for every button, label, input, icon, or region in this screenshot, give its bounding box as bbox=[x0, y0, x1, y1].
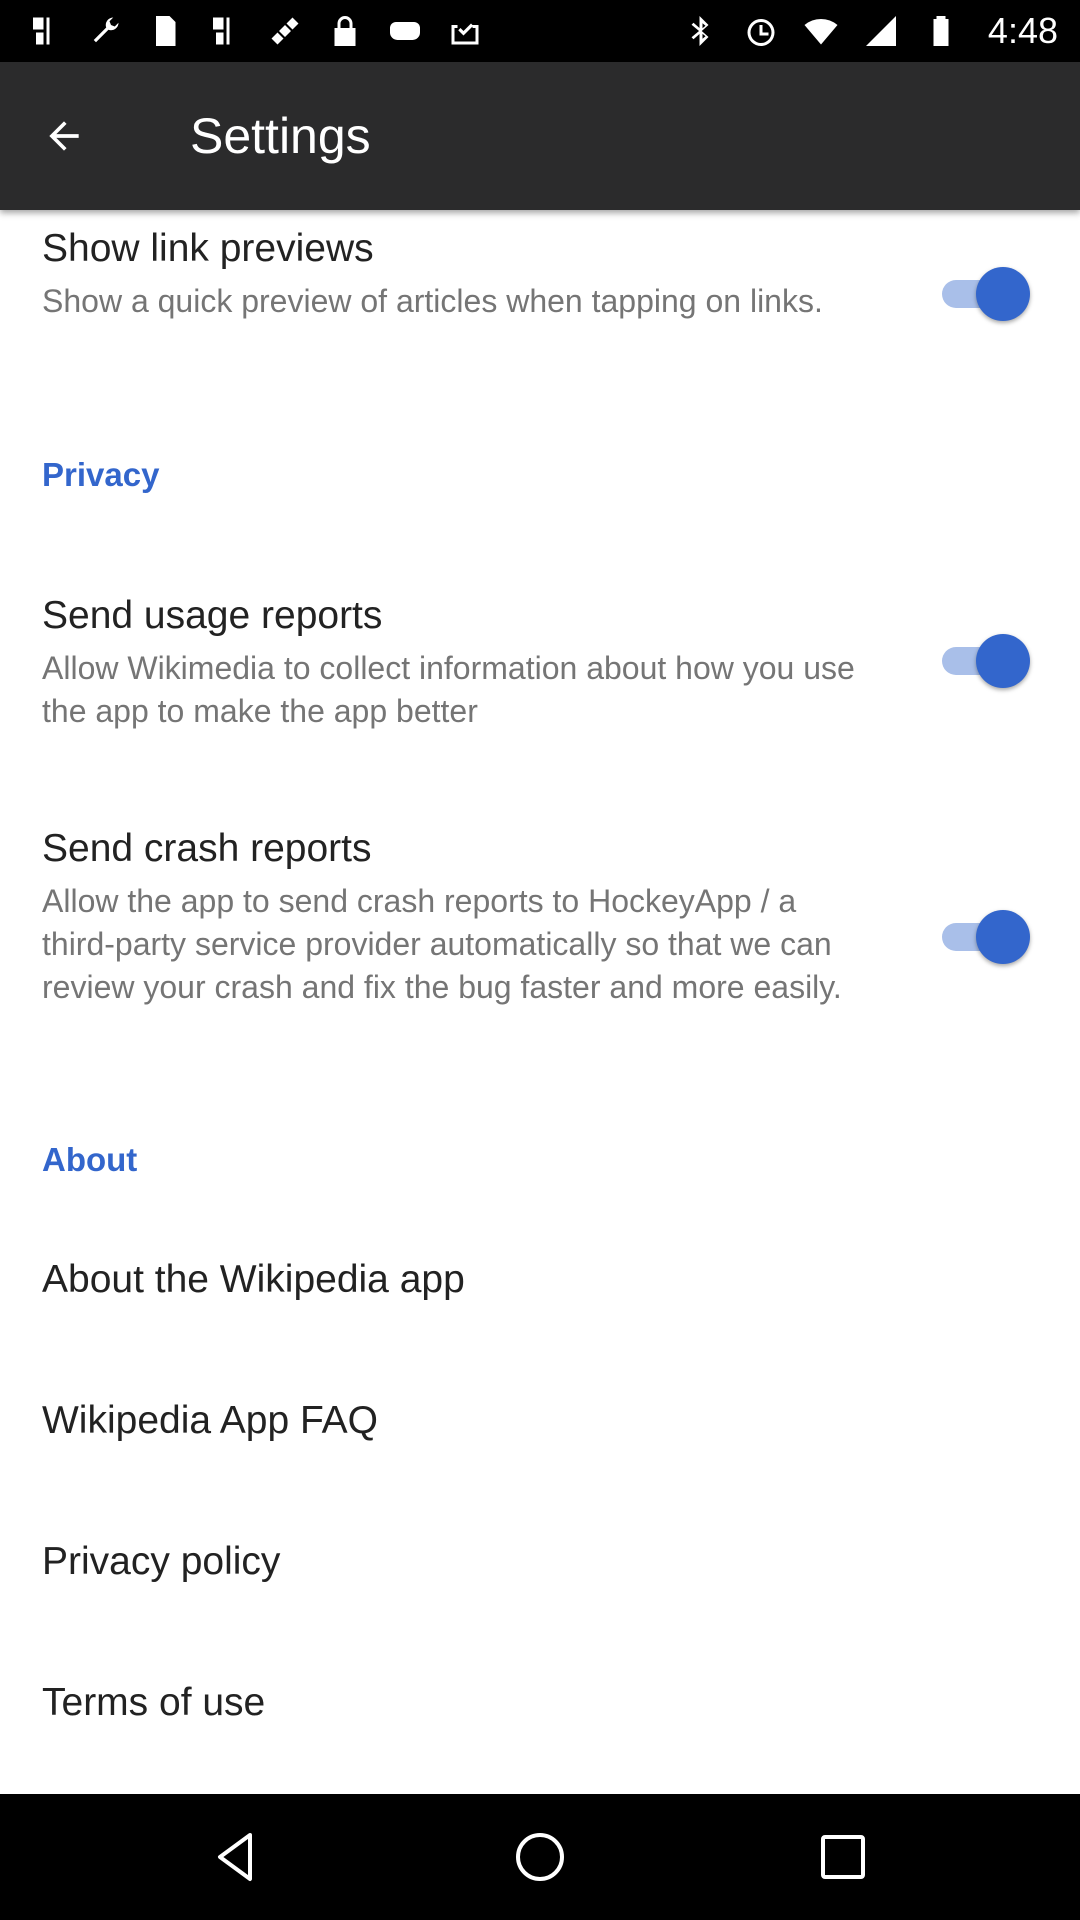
alarm-icon bbox=[742, 12, 780, 50]
pinwheel-icon bbox=[206, 12, 244, 50]
section-header-privacy: Privacy bbox=[42, 456, 160, 493]
square-recents-icon bbox=[821, 1835, 865, 1879]
lock-icon bbox=[326, 12, 364, 50]
settings-list[interactable]: Show link previews Show a quick preview … bbox=[0, 210, 1080, 1794]
pref-title: Send usage reports bbox=[42, 594, 383, 637]
toggle-thumb bbox=[976, 910, 1030, 964]
triangle-back-icon bbox=[218, 1833, 252, 1881]
navigation-bar bbox=[0, 1794, 1080, 1920]
signal-icon bbox=[862, 12, 900, 50]
status-right-icons: 4:48 bbox=[682, 10, 1058, 52]
link-previews-toggle[interactable] bbox=[938, 265, 1030, 323]
pref-summary: Allow the app to send crash reports to H… bbox=[42, 883, 842, 1005]
wikipedia-app-faq-item[interactable]: Wikipedia App FAQ bbox=[42, 1398, 378, 1444]
pref-summary: Allow Wikimedia to collect information a… bbox=[42, 650, 855, 729]
toggle-thumb bbox=[976, 267, 1030, 321]
pinwheel-icon bbox=[26, 12, 64, 50]
crash-reports-toggle[interactable] bbox=[938, 908, 1030, 966]
toggle-thumb bbox=[976, 634, 1030, 688]
about-wikipedia-app-item[interactable]: About the Wikipedia app bbox=[42, 1257, 465, 1303]
nav-back-button[interactable] bbox=[196, 1817, 276, 1897]
back-button[interactable] bbox=[34, 106, 94, 166]
status-bar: 4:48 bbox=[0, 0, 1080, 62]
arrow-back-icon bbox=[49, 121, 79, 151]
status-left-icons bbox=[26, 12, 484, 50]
pref-title: Send crash reports bbox=[42, 827, 372, 870]
battery-icon bbox=[922, 12, 960, 50]
nav-recents-button[interactable] bbox=[803, 1817, 883, 1897]
wrench-icon bbox=[86, 12, 124, 50]
app-bar: Settings bbox=[0, 62, 1080, 210]
circle-home-icon bbox=[516, 1833, 564, 1881]
privacy-policy-item[interactable]: Privacy policy bbox=[42, 1539, 280, 1585]
inbox-check-icon bbox=[446, 12, 484, 50]
satellite-fake-gps-icon bbox=[266, 12, 304, 50]
usage-reports-toggle[interactable] bbox=[938, 632, 1030, 690]
pref-title: Show link previews bbox=[42, 227, 374, 270]
section-header-about: About bbox=[42, 1141, 138, 1178]
status-time: 4:48 bbox=[987, 10, 1058, 51]
sim-icon bbox=[146, 12, 184, 50]
pref-summary: Show a quick preview of articles when ta… bbox=[42, 283, 823, 319]
page-title: Settings bbox=[190, 108, 371, 164]
bluetooth-icon bbox=[682, 12, 720, 50]
terms-of-use-item[interactable]: Terms of use bbox=[42, 1680, 265, 1726]
wifi-icon bbox=[802, 12, 840, 50]
game-controller-icon bbox=[386, 12, 424, 50]
nav-home-button[interactable] bbox=[500, 1817, 580, 1897]
